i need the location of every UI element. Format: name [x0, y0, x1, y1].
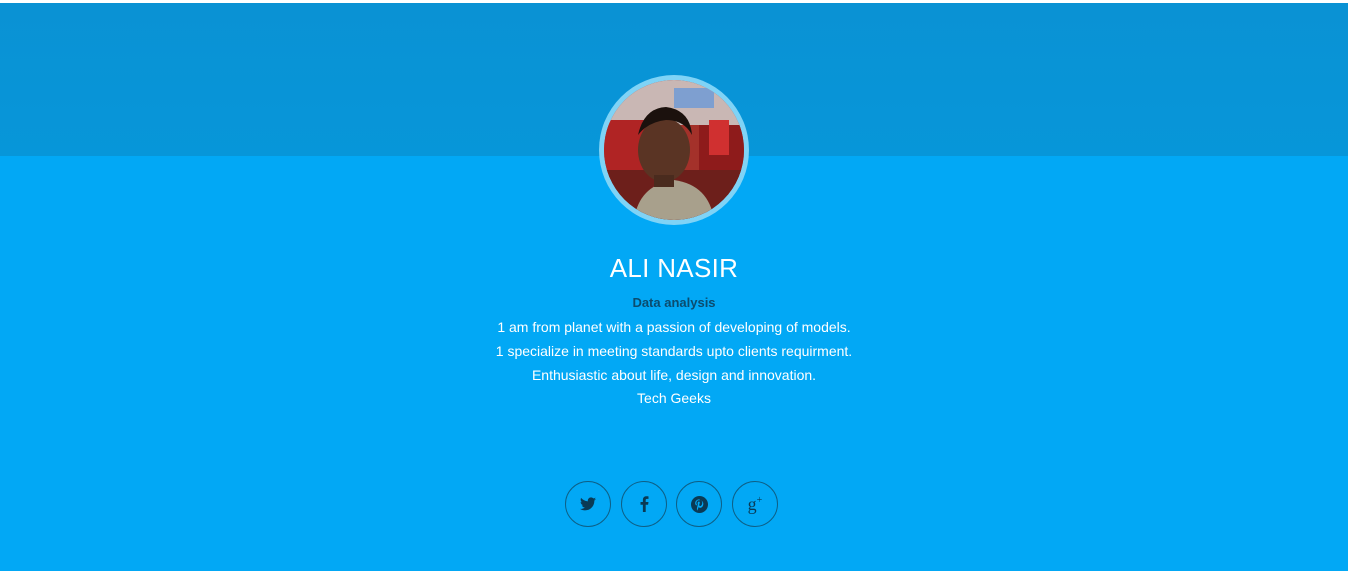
avatar-photo — [604, 80, 744, 220]
bio-line: Tech Geeks — [637, 390, 711, 406]
twitter-button[interactable] — [565, 481, 611, 527]
pinterest-button[interactable] — [676, 481, 722, 527]
twitter-icon — [580, 497, 596, 511]
google-plus-button[interactable]: g+ — [732, 481, 778, 527]
pinterest-icon — [690, 495, 708, 513]
profile-hero: ALI NASIR Data analysis 1 am from planet… — [0, 3, 1348, 571]
avatar — [604, 80, 744, 220]
facebook-button[interactable] — [621, 481, 667, 527]
bio-line: 1 specialize in meeting standards upto c… — [495, 343, 853, 359]
profile-name: ALI NASIR — [609, 253, 739, 283]
bio-line: Enthusiastic about life, design and inno… — [531, 367, 817, 383]
bio-line: 1 am from planet with a passion of devel… — [497, 319, 851, 335]
profile-role: Data analysis — [632, 295, 716, 310]
avatar-ring — [599, 75, 749, 225]
page: ALI NASIR Data analysis 1 am from planet… — [0, 0, 1348, 571]
facebook-icon — [640, 496, 648, 512]
google-plus-icon: g+ — [747, 494, 763, 514]
